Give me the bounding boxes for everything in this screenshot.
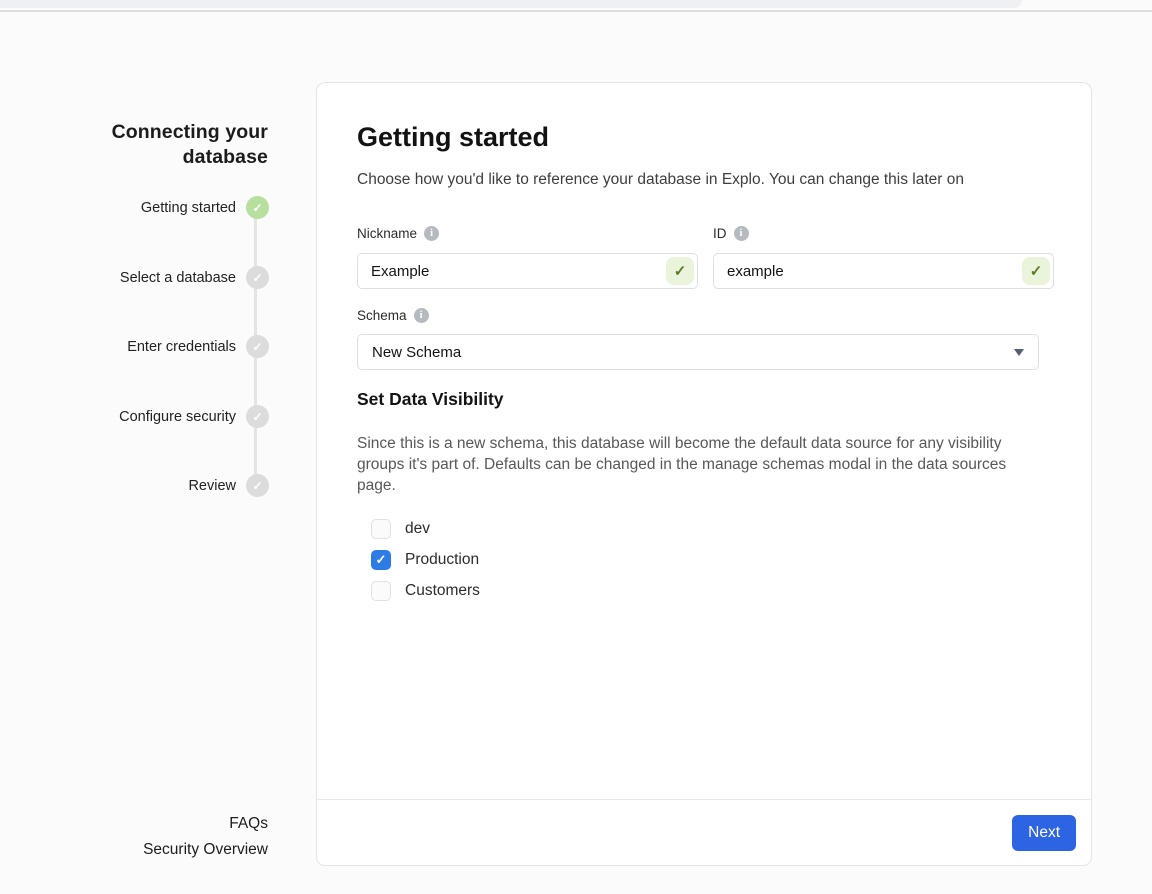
faqs-link[interactable]: FAQs [0,811,268,837]
id-label-text: ID [713,226,727,241]
sidebar-step-enter-credentials[interactable]: Enter credentials [0,335,269,358]
visibility-group-label: dev [405,520,430,538]
schema-select-value: New Schema [372,344,1014,361]
getting-started-card: Getting started Choose how you'd like to… [316,82,1092,866]
step-label: Configure security [119,409,236,425]
data-visibility-heading: Set Data Visibility [357,389,504,410]
data-visibility-description: Since this is a new schema, this databas… [357,433,1041,496]
page-title: Getting started [357,121,549,153]
schema-label-text: Schema [357,308,407,323]
schema-select[interactable]: New Schema [357,334,1039,370]
sidebar-links: FAQs Security Overview [0,811,268,863]
visibility-group-label: Production [405,551,479,569]
checkbox-customers[interactable] [371,581,391,601]
info-icon[interactable] [414,308,429,323]
step-check-icon [246,266,269,289]
step-check-icon [246,196,269,219]
step-label: Review [188,478,236,494]
sidebar-step-configure-security[interactable]: Configure security [0,405,269,428]
card-footer: Next [317,799,1091,865]
security-overview-link[interactable]: Security Overview [0,837,268,863]
step-check-icon [246,474,269,497]
step-check-icon [246,405,269,428]
wizard-title: Connecting your database [108,120,268,170]
checkbox-production[interactable] [371,550,391,570]
valid-check-icon [1022,257,1050,285]
step-label: Getting started [141,200,236,216]
visibility-group-row-customers: Customers [371,580,480,602]
info-icon[interactable] [734,226,749,241]
step-label: Select a database [120,270,236,286]
sidebar-step-getting-started[interactable]: Getting started [0,196,269,219]
sidebar-step-review[interactable]: Review [0,474,269,497]
page-subtitle: Choose how you'd like to reference your … [357,169,1057,191]
sidebar-step-select-database[interactable]: Select a database [0,266,269,289]
schema-label: Schema [357,308,429,323]
step-label: Enter credentials [127,339,236,355]
info-icon[interactable] [424,226,439,241]
visibility-group-row-dev: dev [371,518,430,540]
visibility-group-row-production: Production [371,549,479,571]
nickname-label: Nickname [357,226,439,241]
nickname-label-text: Nickname [357,226,417,241]
nickname-input[interactable] [357,253,698,289]
visibility-group-label: Customers [405,582,480,600]
valid-check-icon [666,257,694,285]
dropdown-arrow-icon [1014,349,1024,356]
id-label: ID [713,226,749,241]
next-button[interactable]: Next [1012,815,1076,851]
id-input[interactable] [713,253,1054,289]
browser-tab-strip [0,0,1022,8]
step-check-icon [246,335,269,358]
browser-chrome-divider [0,10,1152,12]
checkbox-dev[interactable] [371,519,391,539]
